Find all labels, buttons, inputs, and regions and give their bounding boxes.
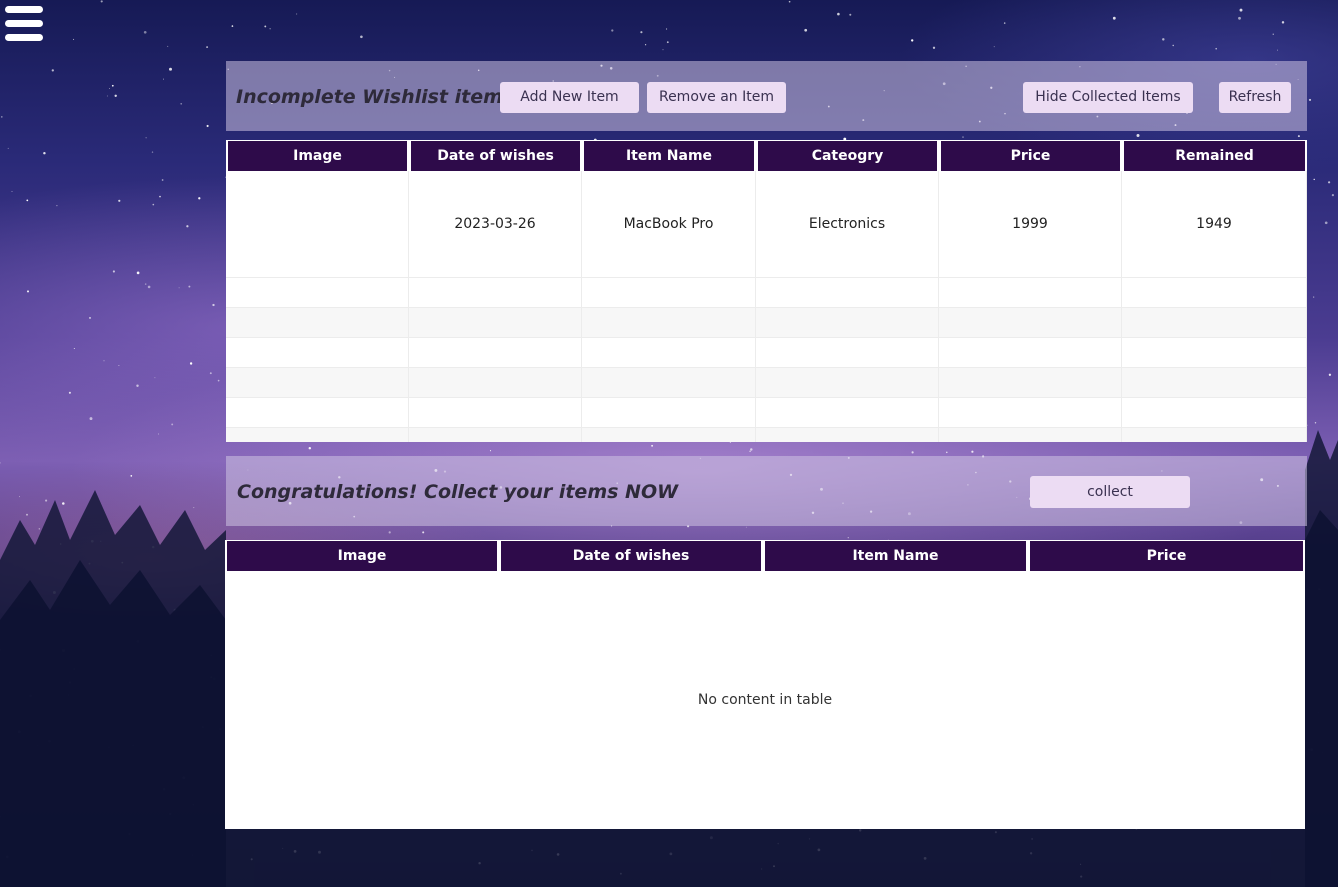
empty-table-row: [226, 428, 1307, 442]
column-header-price[interactable]: Price: [939, 140, 1122, 171]
collect-header-row: Image Date of wishes Item Name Price: [225, 540, 1305, 571]
column-header-price[interactable]: Price: [1028, 540, 1305, 571]
menu-bar-top: [5, 6, 43, 13]
empty-table-row: [226, 308, 1307, 338]
wishlist-toolbar: Incomplete Wishlist items Add New Item R…: [226, 61, 1307, 131]
cell-remained: 1949: [1122, 171, 1307, 278]
column-header-date[interactable]: Date of wishes: [499, 540, 763, 571]
collect-table: Image Date of wishes Item Name Price: [225, 540, 1305, 571]
wishlist-title: Incomplete Wishlist items: [236, 86, 515, 108]
column-header-remained[interactable]: Remained: [1122, 140, 1307, 171]
collect-title: Congratulations! Collect your items NOW: [237, 481, 679, 503]
cell-category: Electronics: [756, 171, 939, 278]
column-header-item-name[interactable]: Item Name: [582, 140, 756, 171]
collect-toolbar: Congratulations! Collect your items NOW …: [226, 456, 1307, 526]
remove-item-button[interactable]: Remove an Item: [647, 82, 786, 113]
column-header-category[interactable]: Cateogry: [756, 140, 939, 171]
menu-bar-bottom: [5, 34, 43, 41]
wishlist-table: Image Date of wishes Item Name Cateogry …: [226, 140, 1307, 442]
collect-table-container[interactable]: Image Date of wishes Item Name Price No …: [225, 540, 1305, 829]
wishlist-table-container[interactable]: Image Date of wishes Item Name Cateogry …: [226, 140, 1307, 442]
empty-table-row: [226, 338, 1307, 368]
column-header-image[interactable]: Image: [226, 140, 409, 171]
menu-bar-middle: [5, 20, 43, 27]
empty-table-message: No content in table: [697, 692, 833, 708]
column-header-date[interactable]: Date of wishes: [409, 140, 582, 171]
cell-date: 2023-03-26: [409, 171, 582, 278]
table-row[interactable]: 2023-03-26 MacBook Pro Electronics 1999 …: [226, 171, 1307, 278]
empty-table-row: [226, 368, 1307, 398]
add-new-item-button[interactable]: Add New Item: [500, 82, 639, 113]
refresh-button[interactable]: Refresh: [1219, 82, 1291, 113]
cell-price: 1999: [939, 171, 1122, 278]
wishlist-header-row: Image Date of wishes Item Name Cateogry …: [226, 140, 1307, 171]
collect-button[interactable]: collect: [1030, 476, 1190, 508]
empty-table-row: [226, 278, 1307, 308]
hide-collected-items-button[interactable]: Hide Collected Items: [1023, 82, 1193, 113]
cell-item-name: MacBook Pro: [582, 171, 756, 278]
empty-table-row: [226, 398, 1307, 428]
cell-image: [226, 171, 409, 278]
hamburger-menu-icon[interactable]: [5, 6, 44, 44]
column-header-image[interactable]: Image: [225, 540, 499, 571]
column-header-item-name[interactable]: Item Name: [763, 540, 1028, 571]
